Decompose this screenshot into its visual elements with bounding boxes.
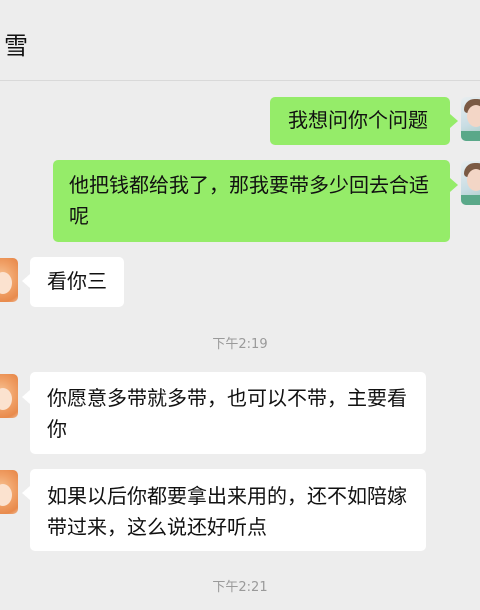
chat-title[interactable]: 雪 [4, 26, 28, 61]
bubble-tail [22, 274, 30, 288]
message-bubble-received[interactable]: 看你三 [30, 257, 124, 307]
contact-avatar[interactable] [0, 374, 18, 418]
message-bubble-sent[interactable]: 他把钱都给我了，那我要带多少回去合适 呢 [53, 160, 450, 242]
my-avatar[interactable] [461, 97, 480, 141]
timestamp: 下午2:19 [212, 337, 268, 352]
message-text-line: 你愿意多带就多带，也可以不带，主要看 [47, 386, 407, 410]
contact-avatar[interactable] [0, 470, 18, 514]
message-text-line: 你 [47, 417, 67, 441]
contact-avatar[interactable] [0, 258, 18, 302]
message-bubble-received[interactable]: 你愿意多带就多带，也可以不带，主要看 你 [30, 372, 426, 454]
my-avatar[interactable] [461, 161, 480, 205]
message-bubble-sent[interactable]: 我想问你个问题 [270, 97, 450, 145]
message-text: 我想问你个问题 [288, 108, 428, 132]
timestamp: 下午2:21 [212, 580, 268, 595]
message-text: 看你三 [47, 269, 107, 293]
bubble-tail [22, 486, 30, 500]
message-bubble-received[interactable]: 如果以后你都要拿出来用的，还不如陪嫁 带过来，这么说还好听点 [30, 469, 426, 551]
message-text-line: 呢 [69, 204, 89, 228]
bubble-tail [450, 114, 458, 128]
chat-header: 雪 [0, 0, 480, 81]
bubble-tail [450, 178, 458, 192]
message-text-line: 带过来，这么说还好听点 [47, 515, 267, 539]
bubble-tail [22, 390, 30, 404]
message-text-line: 如果以后你都要拿出来用的，还不如陪嫁 [47, 484, 407, 508]
message-text-line: 他把钱都给我了，那我要带多少回去合适 [69, 173, 429, 197]
